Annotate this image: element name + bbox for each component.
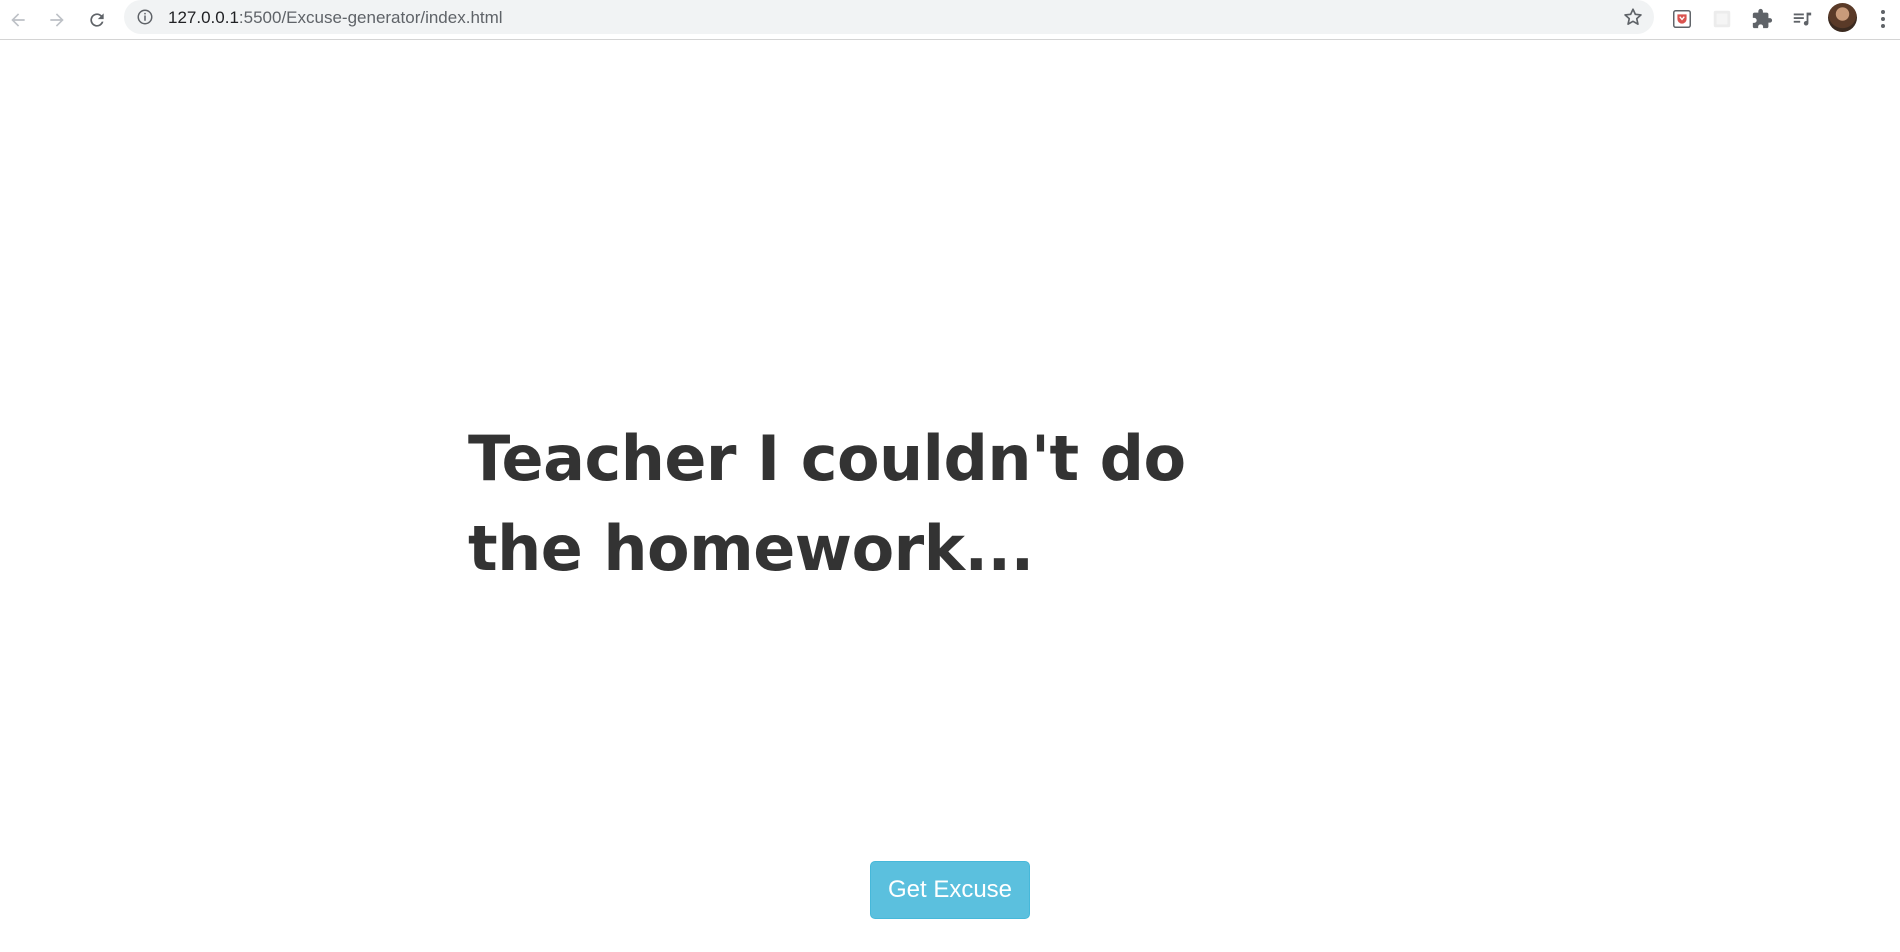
address-bar[interactable]: 127.0.0.1:5500/Excuse-generator/index.ht… — [124, 0, 1654, 34]
reload-button[interactable] — [81, 4, 113, 36]
extension-button[interactable] — [1668, 5, 1696, 33]
url-text[interactable]: 127.0.0.1:5500/Excuse-generator/index.ht… — [168, 8, 503, 28]
url-path: :5500/Excuse-generator/index.html — [238, 8, 503, 27]
reload-icon — [90, 13, 104, 27]
back-button[interactable] — [2, 4, 34, 36]
star-icon[interactable] — [1622, 6, 1644, 28]
media-queue-button[interactable] — [1788, 5, 1816, 33]
kebab-menu-icon[interactable] — [1872, 6, 1894, 32]
get-excuse-button[interactable]: Get Excuse — [870, 861, 1030, 919]
excuse-heading: Teacher I couldn't do the homework... — [468, 422, 1186, 585]
media-queue-icon — [1793, 12, 1812, 26]
puzzle-icon — [1752, 8, 1773, 29]
extension-shield-icon — [1673, 10, 1691, 28]
extension-button-2[interactable] — [1708, 5, 1736, 33]
back-arrow-icon — [11, 13, 25, 27]
info-icon[interactable] — [136, 8, 154, 26]
browser-toolbar: 127.0.0.1:5500/Excuse-generator/index.ht… — [0, 0, 1900, 40]
profile-avatar[interactable] — [1828, 3, 1857, 32]
forward-arrow-icon — [50, 13, 64, 27]
extensions-menu-button[interactable] — [1748, 5, 1776, 33]
extension-placeholder-icon — [1713, 10, 1731, 28]
url-host: 127.0.0.1 — [168, 8, 239, 27]
forward-button[interactable] — [41, 4, 73, 36]
